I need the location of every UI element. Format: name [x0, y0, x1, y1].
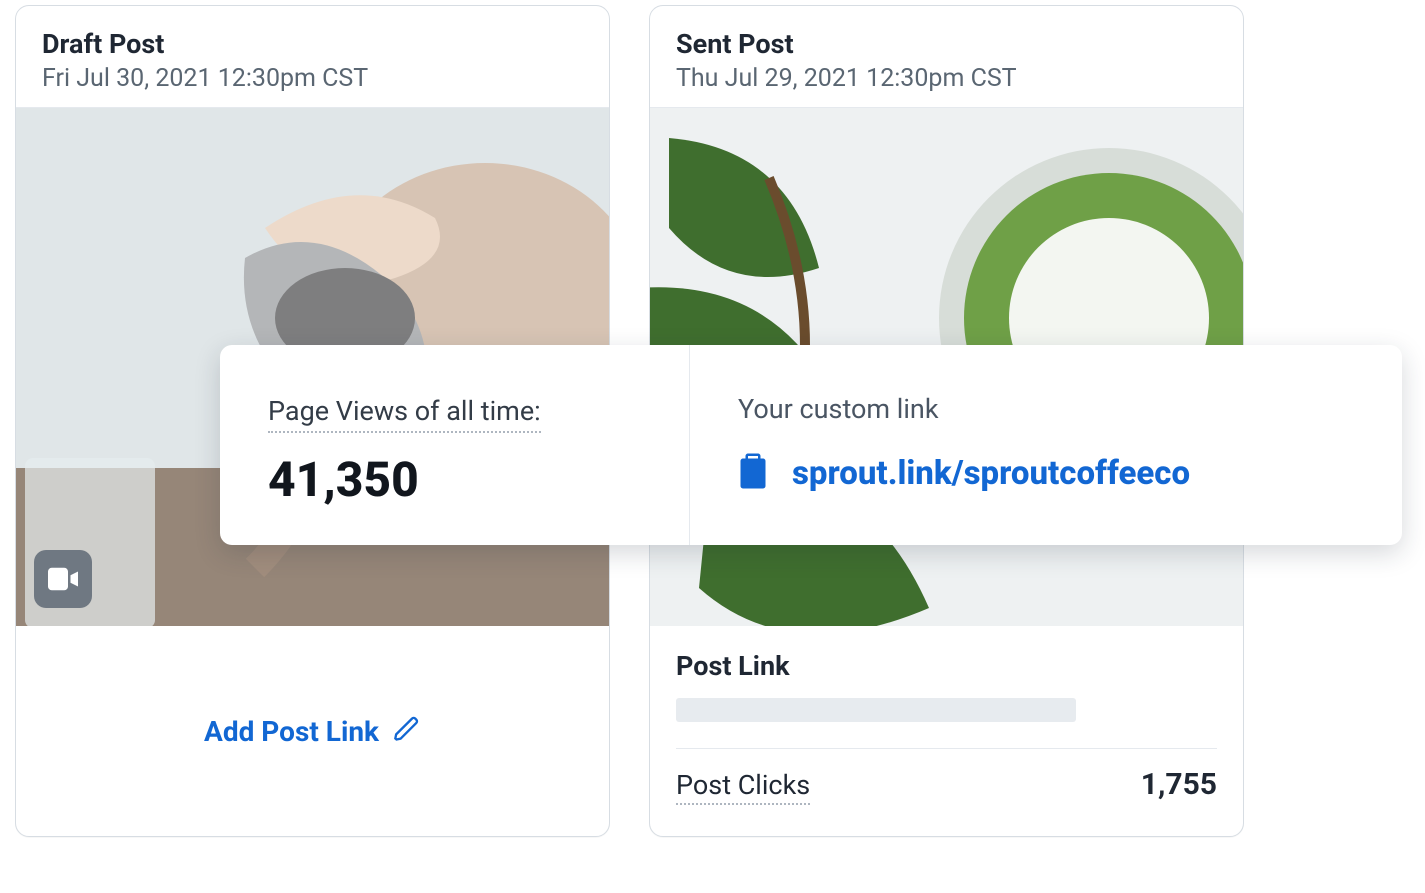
page-views-label: Page Views of all time:	[268, 395, 541, 433]
sent-date: Thu Jul 29, 2021 12:30pm CST	[676, 64, 1217, 93]
draft-header: Draft Post Fri Jul 30, 2021 12:30pm CST	[16, 6, 609, 108]
add-post-link-label: Add Post Link	[204, 715, 379, 748]
add-post-link-button[interactable]: Add Post Link	[16, 626, 609, 836]
sent-header: Sent Post Thu Jul 29, 2021 12:30pm CST	[650, 6, 1243, 108]
divider	[676, 748, 1217, 749]
draft-title: Draft Post	[42, 28, 583, 60]
stats-overlay-card: Page Views of all time: 41,350 Your cust…	[220, 345, 1402, 545]
draft-date: Fri Jul 30, 2021 12:30pm CST	[42, 64, 583, 93]
pencil-icon	[393, 715, 421, 747]
page-views-value: 41,350	[268, 451, 641, 508]
custom-link-section: Your custom link sprout.link/sproutcoffe…	[690, 345, 1402, 545]
custom-link-url[interactable]: sprout.link/sproutcoffeeco	[792, 454, 1190, 493]
post-link-label: Post Link	[676, 650, 1217, 682]
post-link-placeholder-bar	[676, 698, 1076, 722]
page-views-section: Page Views of all time: 41,350	[220, 345, 690, 545]
clipboard-icon[interactable]	[738, 453, 768, 493]
sent-lower: Post Link Post Clicks 1,755	[650, 626, 1243, 805]
video-icon	[34, 550, 92, 608]
post-clicks-value: 1,755	[1141, 767, 1217, 802]
post-clicks-label: Post Clicks	[676, 769, 810, 805]
custom-link-label: Your custom link	[738, 393, 1354, 425]
post-clicks-row: Post Clicks 1,755	[676, 767, 1217, 805]
sent-title: Sent Post	[676, 28, 1217, 60]
